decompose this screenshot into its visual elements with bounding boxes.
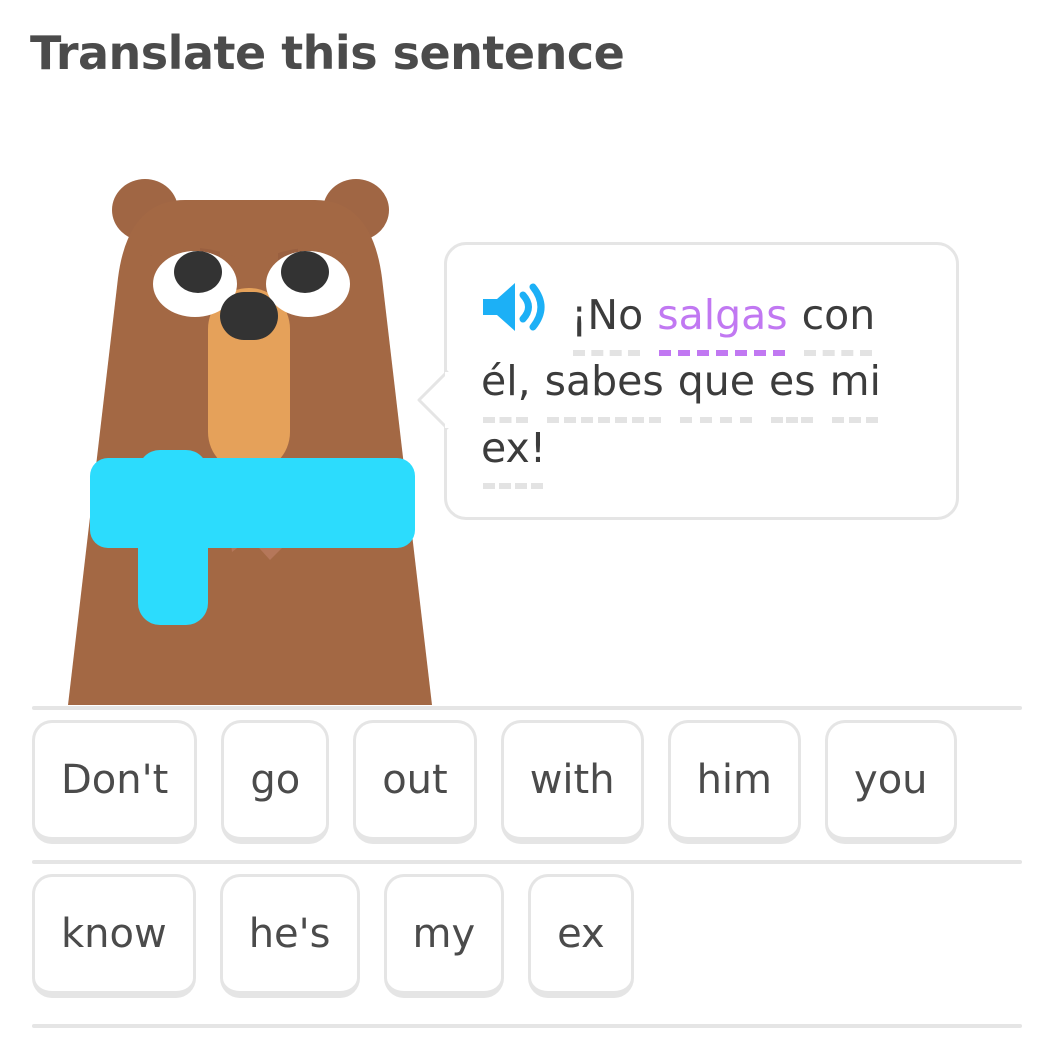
word-tile[interactable]: him: [667, 720, 802, 844]
prompt-token-highlighted[interactable]: salgas: [657, 284, 788, 357]
prompt-token[interactable]: él,: [481, 350, 531, 423]
divider-top: [32, 706, 1022, 710]
prompt-line-3: ex!: [481, 417, 922, 490]
prompt-token[interactable]: mi: [830, 350, 881, 423]
word-bank-row: Don't go out with him you: [32, 720, 1032, 874]
prompt-token[interactable]: ex!: [481, 417, 546, 490]
prompt-line-2: él, sabes que es mi: [481, 350, 922, 423]
prompt-token[interactable]: ¡No: [571, 284, 643, 357]
word-tile[interactable]: Don't: [32, 720, 198, 844]
prompt-line-1: ¡No salgas con: [481, 277, 922, 357]
prompt-token[interactable]: es: [769, 350, 816, 423]
prompt-token[interactable]: sabes: [545, 350, 664, 423]
word-tile[interactable]: out: [353, 720, 477, 844]
page-title: Translate this sentence: [30, 26, 625, 80]
speech-bubble-tail: [417, 370, 449, 430]
word-tile[interactable]: know: [32, 874, 196, 998]
prompt-token[interactable]: que: [678, 350, 755, 423]
word-bank: Don't go out with him you know he's my e…: [32, 720, 1032, 1028]
bear-character: [60, 160, 440, 710]
word-tile[interactable]: my: [383, 874, 505, 998]
challenge-area: ¡No salgas con él, sabes que es mi ex!: [0, 150, 1054, 710]
word-bank-row: know he's my ex: [32, 874, 1032, 1028]
word-tile[interactable]: you: [825, 720, 957, 844]
prompt-token[interactable]: con: [802, 284, 875, 357]
word-tile[interactable]: go: [221, 720, 330, 844]
speaker-icon[interactable]: [481, 281, 549, 350]
speech-bubble: ¡No salgas con él, sabes que es mi ex!: [417, 242, 959, 520]
word-tile[interactable]: ex: [528, 874, 634, 998]
word-tile[interactable]: with: [500, 720, 644, 844]
word-tile[interactable]: he's: [219, 874, 360, 998]
